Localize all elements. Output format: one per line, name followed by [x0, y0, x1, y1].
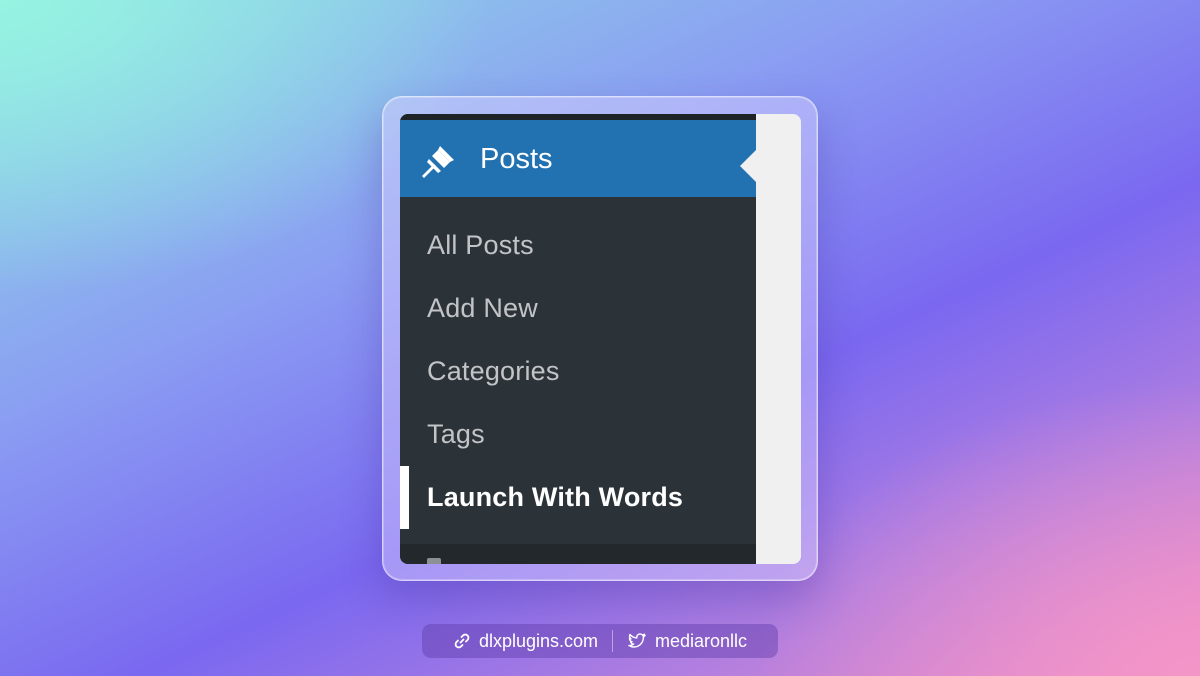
cropped-menu-item [427, 558, 441, 564]
admin-screenshot: Posts All Posts Add New Categories Tags … [400, 114, 801, 564]
menu-bottom-strip [400, 544, 756, 564]
submenu-item-add-new[interactable]: Add New [400, 277, 756, 340]
posts-submenu: All Posts Add New Categories Tags Launch… [400, 214, 756, 529]
twitter-bird-icon [628, 633, 646, 648]
submenu-item-label: Tags [427, 419, 485, 449]
active-indicator [400, 466, 409, 529]
submenu-item-categories[interactable]: Categories [400, 340, 756, 403]
footer-twitter-label: mediaronllc [655, 630, 748, 651]
submenu-item-all-posts[interactable]: All Posts [400, 214, 756, 277]
submenu-item-label: All Posts [427, 230, 534, 260]
submenu-item-launch-with-words[interactable]: Launch With Words [400, 466, 756, 529]
submenu-item-label: Launch With Words [427, 482, 684, 512]
menu-header-label: Posts [480, 143, 553, 175]
footer-website[interactable]: dlxplugins.com [453, 631, 598, 652]
footer-credits: dlxplugins.com mediaronllc [422, 624, 778, 658]
submenu-item-label: Categories [427, 356, 560, 386]
footer-website-label: dlxplugins.com [478, 630, 598, 651]
menu-item-posts[interactable]: Posts [400, 120, 756, 197]
pushpin-icon [422, 146, 454, 178]
footer-divider [612, 630, 613, 652]
footer-twitter[interactable]: mediaronllc [627, 631, 747, 652]
admin-sidebar-menu: Posts All Posts Add New Categories Tags … [400, 114, 756, 564]
submenu-item-label: Add New [427, 293, 538, 323]
current-menu-arrow [740, 150, 756, 182]
submenu-item-tags[interactable]: Tags [400, 403, 756, 466]
link-icon [454, 633, 470, 649]
